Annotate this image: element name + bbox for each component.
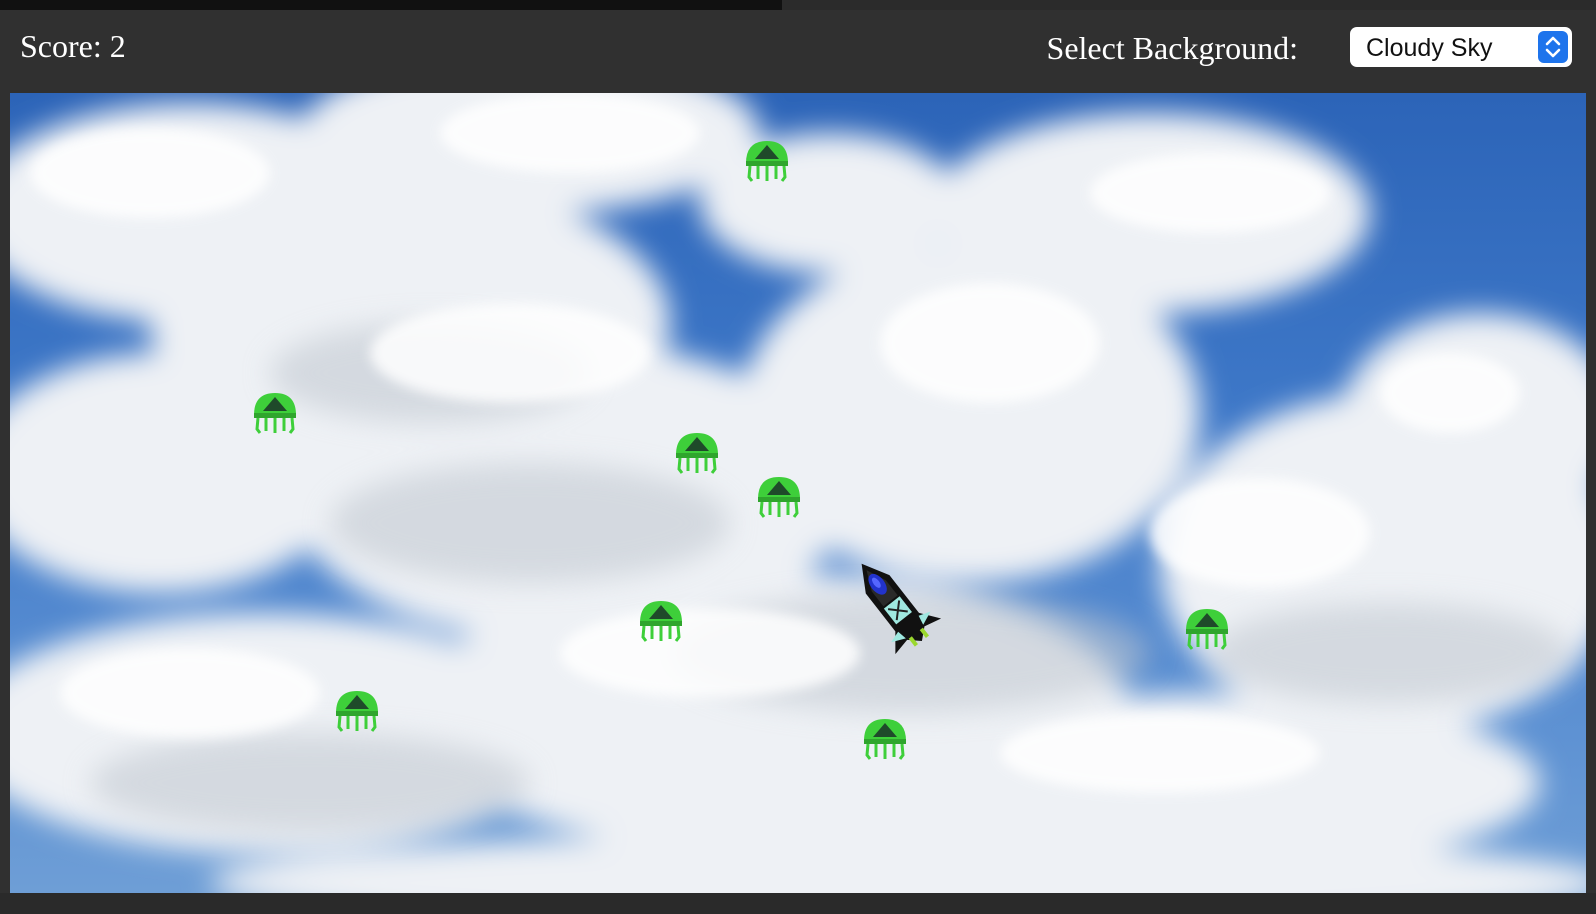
game-canvas[interactable] — [10, 93, 1586, 893]
background-select-label: Select Background: — [1046, 30, 1298, 66]
enemy-alien — [758, 477, 800, 518]
enemy-alien — [676, 433, 718, 474]
green-alien-jellyfish-icon — [758, 477, 800, 518]
score-display: Score: 2 — [20, 28, 126, 64]
background-select[interactable]: Cloudy Sky — [1350, 27, 1572, 67]
green-alien-jellyfish-icon — [336, 691, 378, 732]
green-alien-jellyfish-icon — [746, 141, 788, 182]
enemy-alien — [254, 393, 296, 434]
background-select-value: Cloudy Sky — [1366, 34, 1493, 62]
updown-chevron-icon[interactable] — [1538, 31, 1568, 63]
green-alien-jellyfish-icon — [640, 601, 682, 642]
top-strip-empty — [782, 0, 1596, 10]
green-alien-jellyfish-icon — [864, 719, 906, 760]
enemy-alien — [336, 691, 378, 732]
enemy-alien — [864, 719, 906, 760]
enemy-alien — [640, 601, 682, 642]
bottom-edge — [0, 893, 1596, 914]
enemy-alien — [1186, 609, 1228, 650]
green-alien-jellyfish-icon — [254, 393, 296, 434]
game-window: Score: 2 Select Background: Cloudy Sky — [0, 0, 1596, 914]
enemy-alien — [746, 141, 788, 182]
top-progress-strip — [0, 0, 1596, 10]
top-strip-filled — [0, 0, 782, 10]
player-spaceship[interactable] — [838, 549, 948, 659]
spaceship-icon — [861, 563, 942, 655]
green-alien-jellyfish-icon — [1186, 609, 1228, 650]
green-alien-jellyfish-icon — [676, 433, 718, 474]
